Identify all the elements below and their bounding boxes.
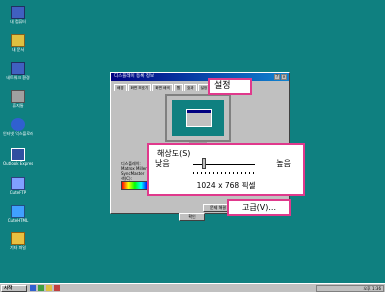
recycle-bin-icon bbox=[11, 90, 25, 103]
quicklaunch-folder-icon[interactable] bbox=[46, 285, 52, 291]
desktop-icon-cuteftp[interactable]: CuteFTP bbox=[3, 177, 33, 195]
cutehtml-icon bbox=[11, 205, 25, 218]
desktop-icon-my-documents[interactable]: 내 문서 bbox=[3, 34, 33, 52]
resolution-slider-ticks bbox=[193, 172, 255, 174]
desktop-icon-outlook-express[interactable]: Outlook Express bbox=[3, 148, 33, 166]
desktop-icon-cutehtml[interactable]: CuteHTML bbox=[3, 205, 33, 223]
tab-appearance[interactable]: 화면 배색 bbox=[152, 84, 173, 91]
resolution-high-label: 높음 bbox=[276, 159, 291, 168]
desktop-icon-folder[interactable]: 기타 파일 bbox=[3, 232, 33, 250]
desktop-icon-my-computer[interactable]: 내 컴퓨터 bbox=[3, 6, 33, 24]
tab-web[interactable]: 웹 bbox=[173, 84, 183, 91]
network-icon bbox=[11, 62, 25, 75]
resolution-panel-callout: 해상도(S) 낮음 높음 1024 x 768 픽셀 bbox=[147, 143, 305, 196]
tab-effects[interactable]: 효과 bbox=[184, 84, 197, 91]
dialog-title: 디스플레이 등록 정보 bbox=[114, 74, 155, 79]
quicklaunch-desktop-icon[interactable] bbox=[38, 285, 44, 291]
start-button[interactable]: 시작 bbox=[1, 285, 27, 292]
quicklaunch-ie-icon[interactable] bbox=[30, 285, 36, 291]
resolution-title: 해상도(S) bbox=[157, 149, 191, 158]
system-tray: 오후 1:36 bbox=[316, 285, 384, 292]
taskbar: 시작 오후 1:36 bbox=[0, 283, 385, 292]
ok-button[interactable]: 확인 bbox=[179, 213, 205, 221]
advanced-button-callout[interactable]: 고급(V)... bbox=[227, 199, 291, 216]
preview-window bbox=[186, 109, 212, 127]
desktop-icon-recycle-bin[interactable]: 휴지통 bbox=[3, 90, 33, 108]
settings-tab-callout[interactable]: 설정 bbox=[208, 78, 252, 95]
tab-background[interactable]: 배경 bbox=[114, 84, 127, 91]
cuteftp-icon bbox=[11, 177, 25, 190]
desktop-icon-internet-explorer[interactable]: 인터넷 익스플로러 bbox=[3, 118, 33, 136]
dialog-tabs: 배경 화면 보호기 화면 배색 웹 효과 설정 bbox=[114, 84, 211, 91]
internet-explorer-icon bbox=[11, 118, 25, 131]
monitor-preview bbox=[165, 94, 231, 147]
quicklaunch-app-icon[interactable] bbox=[54, 285, 60, 291]
outlook-express-icon bbox=[11, 148, 25, 161]
close-button[interactable]: × bbox=[281, 74, 287, 80]
desktop-icon-network[interactable]: 네트워크 환경 bbox=[3, 62, 33, 80]
monitor-screen bbox=[172, 100, 224, 136]
dialog-titlebar: 디스플레이 등록 정보 ? × bbox=[111, 73, 289, 81]
start-label: 시작 bbox=[4, 286, 13, 291]
resolution-slider-thumb[interactable] bbox=[202, 158, 206, 169]
tab-screensaver[interactable]: 화면 보호기 bbox=[127, 84, 152, 91]
resolution-low-label: 낮음 bbox=[155, 159, 170, 168]
my-computer-icon bbox=[11, 6, 25, 19]
my-documents-icon bbox=[11, 34, 25, 47]
tray-clock: 오후 1:36 bbox=[363, 286, 381, 291]
help-button[interactable]: ? bbox=[274, 74, 280, 80]
resolution-value: 1024 x 768 픽셀 bbox=[196, 181, 256, 190]
folder-icon bbox=[11, 232, 25, 245]
